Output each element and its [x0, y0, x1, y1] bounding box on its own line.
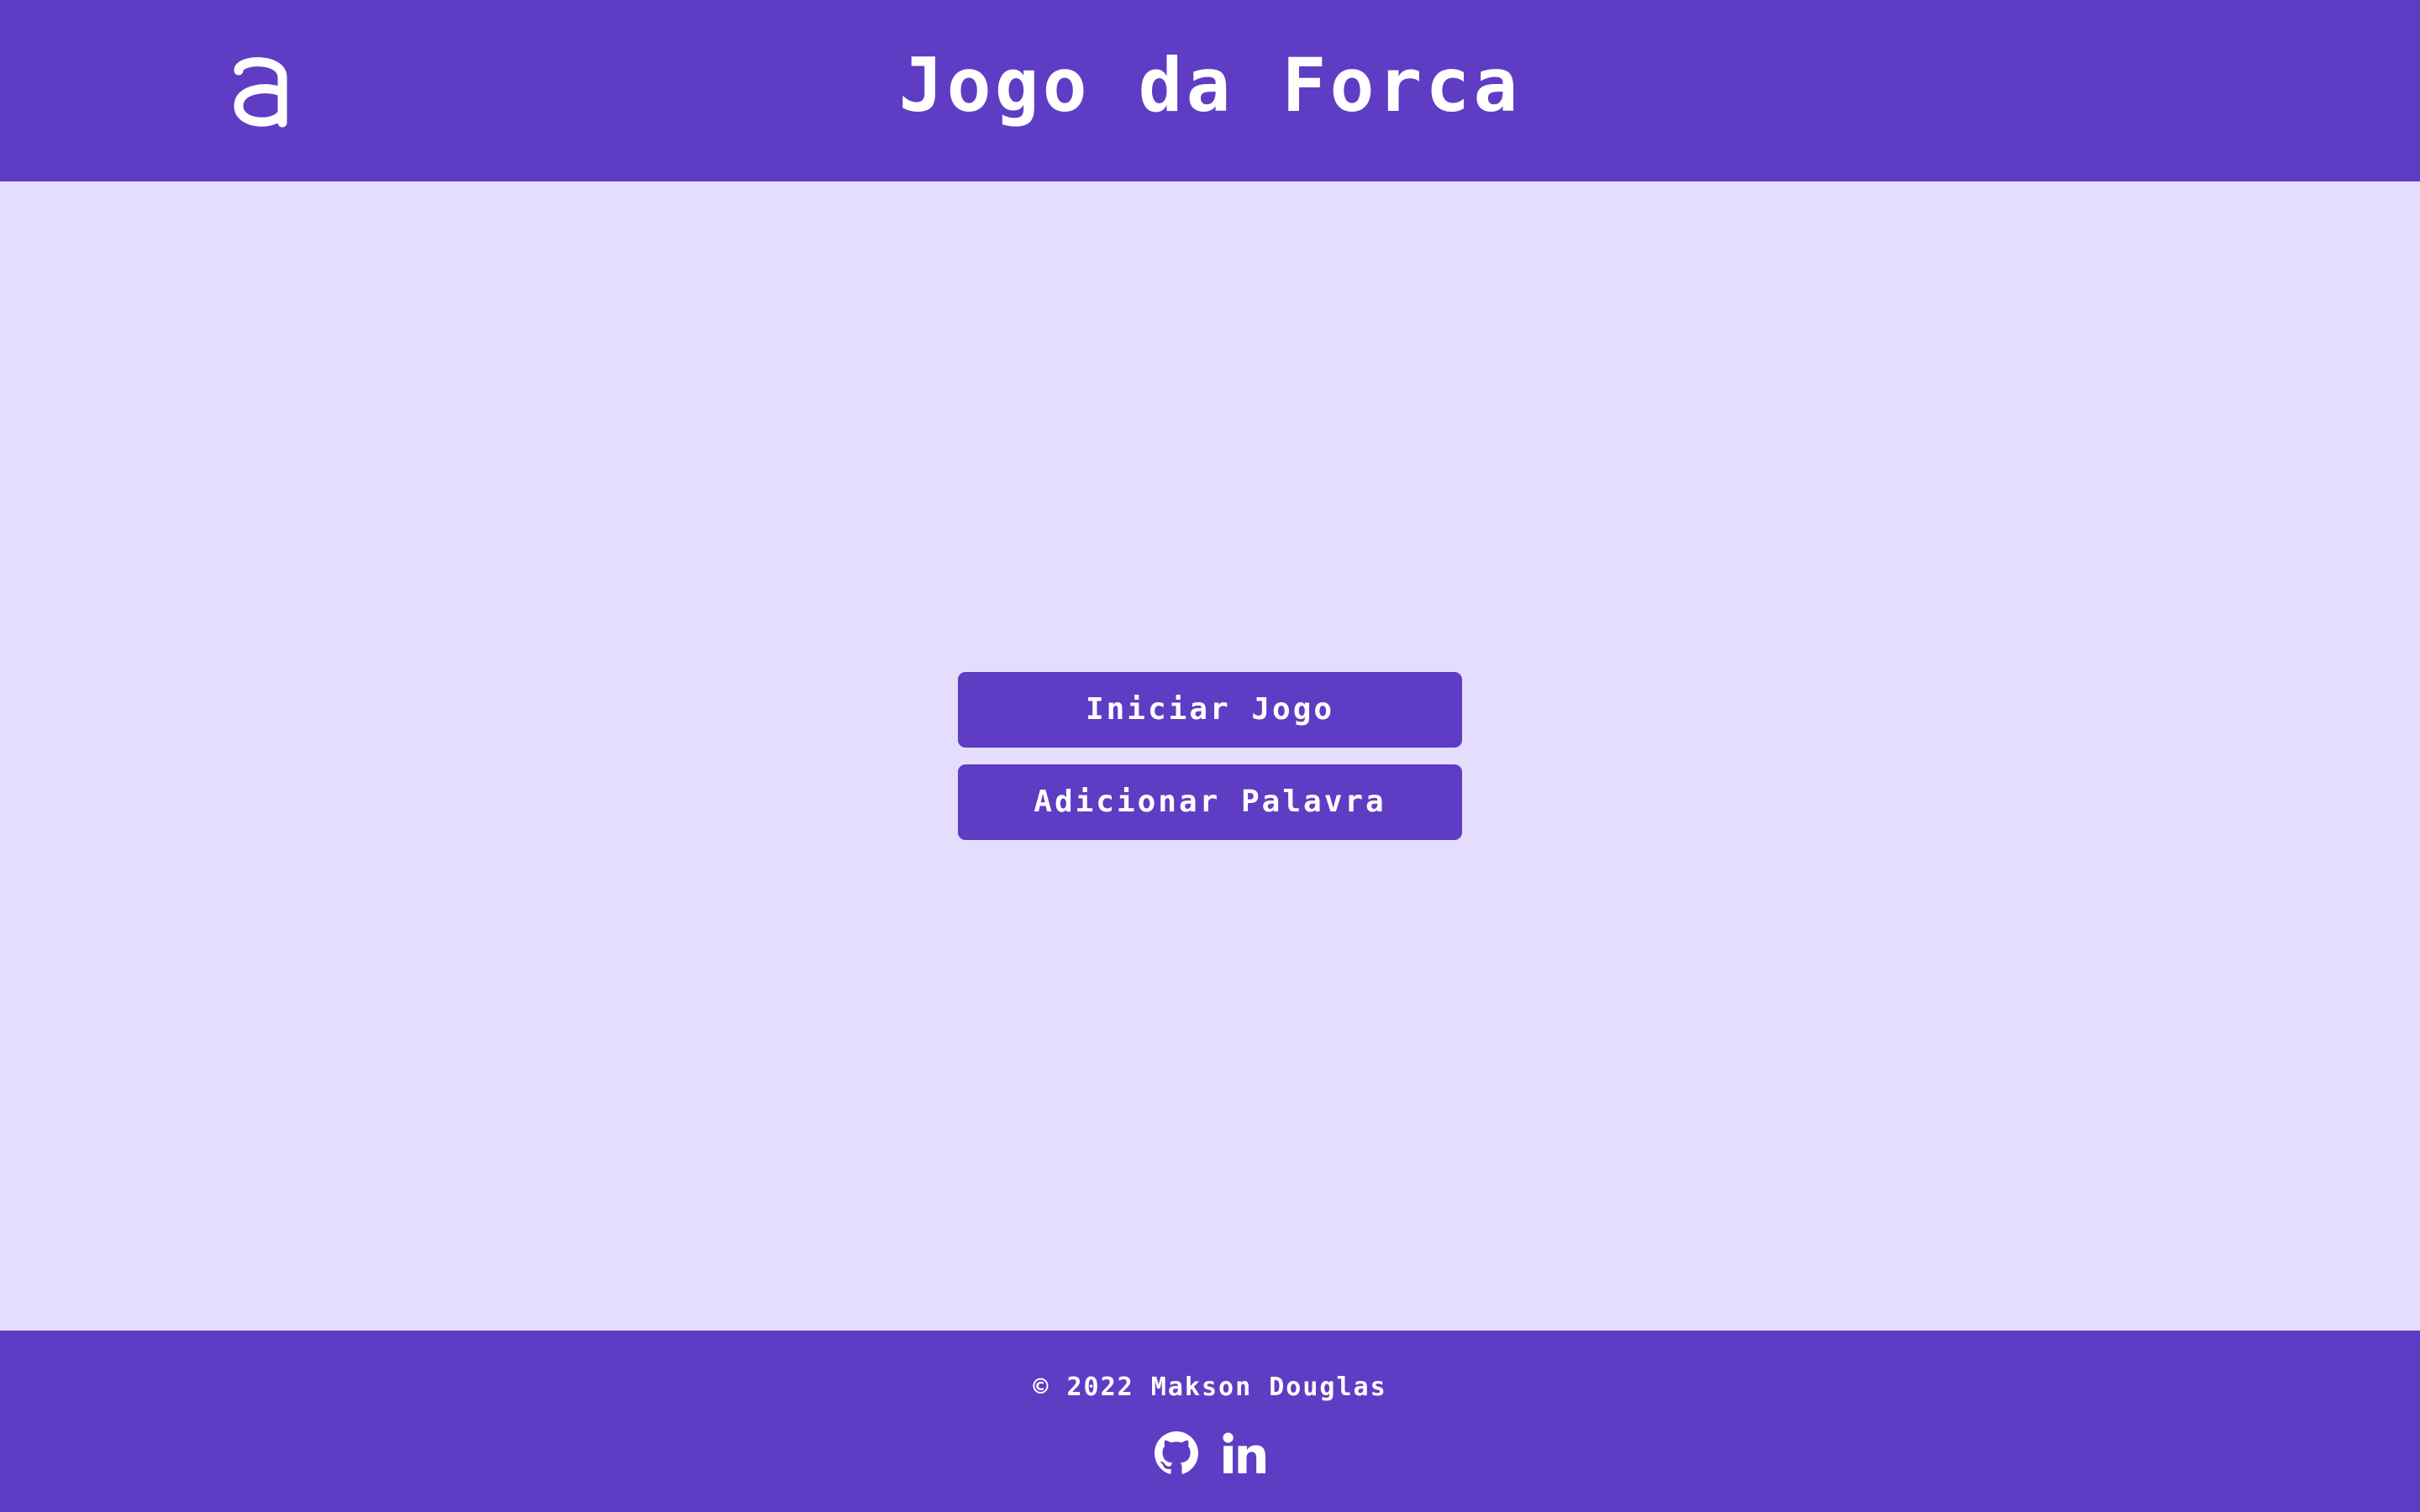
add-word-button[interactable]: Adicionar Palavra — [958, 764, 1462, 840]
page-footer: © 2022 Makson Douglas — [0, 1331, 2420, 1512]
copyright-text: © 2022 Makson Douglas — [1033, 1373, 1387, 1402]
start-game-button[interactable]: Iniciar Jogo — [958, 672, 1462, 748]
linkedin-icon[interactable] — [1222, 1431, 1265, 1475]
github-icon[interactable] — [1155, 1431, 1198, 1475]
page-header: Jogo da Forca — [0, 0, 2420, 181]
page-title: Jogo da Forca — [898, 42, 1522, 129]
main-content: Iniciar Jogo Adicionar Palavra — [0, 181, 2420, 1331]
